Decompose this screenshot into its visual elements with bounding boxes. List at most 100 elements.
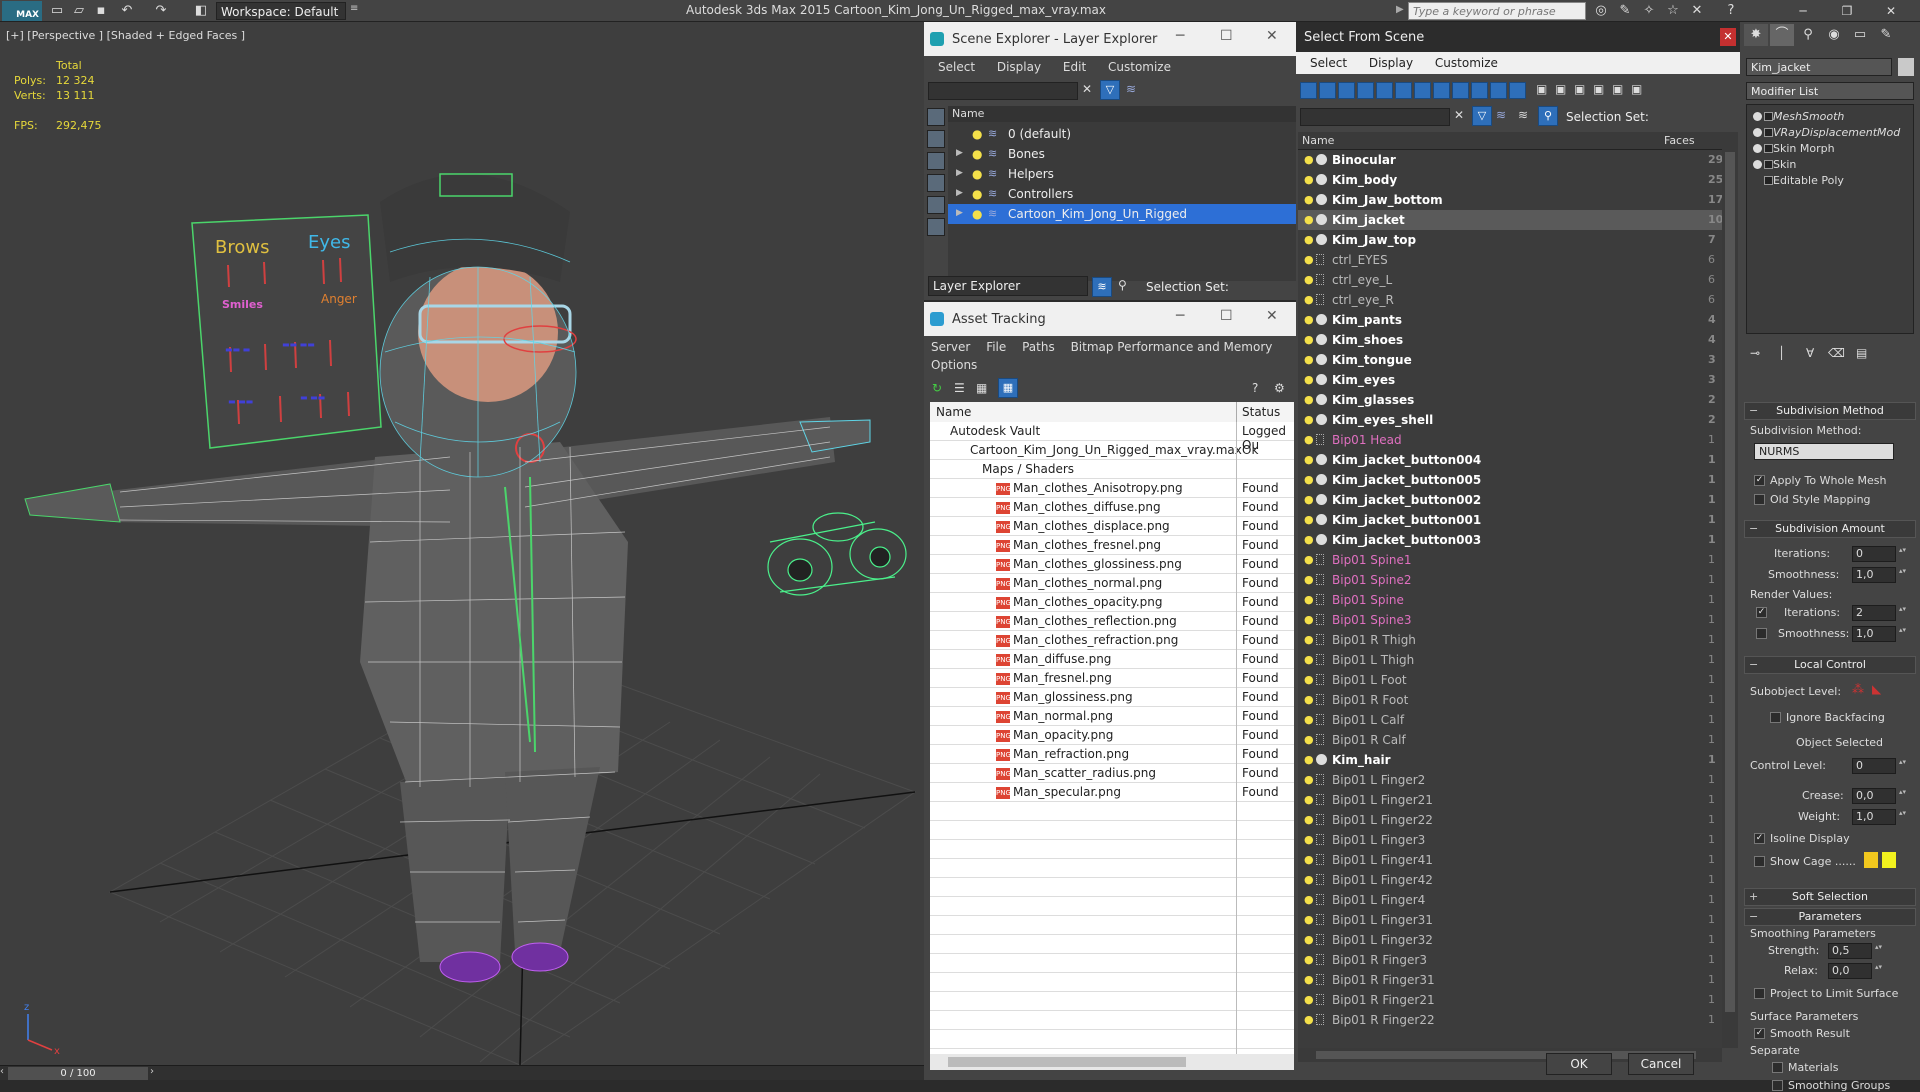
light-bulb-icon[interactable]: ●: [972, 127, 982, 141]
configure-sets-icon[interactable]: ▤: [1856, 346, 1867, 360]
asset-row[interactable]: PNG Man_clothes_fresnel.png Found: [930, 536, 1294, 555]
light-bulb-icon[interactable]: ●: [1304, 673, 1314, 686]
subdivision-amount-rollout[interactable]: − Subdivision Amount: [1744, 520, 1916, 538]
scene-object-row[interactable]: ● Bip01 L Thigh 1: [1298, 650, 1722, 670]
scene-object-row[interactable]: ● Bip01 Spine2 1: [1298, 570, 1722, 590]
modifier-expand-icon[interactable]: [1764, 176, 1773, 185]
edge-level-icon[interactable]: ◣: [1872, 682, 1881, 696]
invert-display-icon[interactable]: ▣: [1574, 82, 1585, 96]
ok-button[interactable]: OK: [1546, 1053, 1612, 1075]
asset-col-status[interactable]: Status: [1242, 405, 1280, 419]
light-bulb-icon[interactable]: ●: [1304, 173, 1314, 186]
restore-icon[interactable]: ❐: [1834, 2, 1860, 20]
asset-row[interactable]: PNG Man_scatter_radius.png Found: [930, 764, 1294, 783]
layer-filter-icon[interactable]: ≋: [1126, 82, 1136, 96]
expand-arrow-icon[interactable]: ▶: [956, 148, 963, 158]
light-bulb-icon[interactable]: ●: [1304, 553, 1314, 566]
object-list-scrollbar[interactable]: [1722, 132, 1738, 1048]
light-bulb-icon[interactable]: ●: [1304, 973, 1314, 986]
lights-filter-icon[interactable]: [1338, 82, 1355, 99]
scene-object-row[interactable]: ● Bip01 R Finger3 1: [1298, 950, 1722, 970]
undo-icon[interactable]: ↶: [118, 2, 136, 20]
scene-object-row[interactable]: ● Bip01 Head 1: [1298, 430, 1722, 450]
old-style-mapping-checkbox[interactable]: [1754, 494, 1765, 505]
scene-object-row[interactable]: ● Bip01 R Calf 1: [1298, 730, 1722, 750]
hierarchy-tab-icon[interactable]: ⚲: [1796, 24, 1820, 46]
light-bulb-icon[interactable]: ●: [1304, 793, 1314, 806]
minimize-icon[interactable]: ─: [1176, 308, 1184, 324]
exchange-icon[interactable]: ✕: [1688, 2, 1706, 20]
subscription-icon[interactable]: ✧: [1640, 2, 1658, 20]
menu-display[interactable]: Display: [997, 60, 1041, 74]
relax-spinner[interactable]: 0,0: [1828, 963, 1883, 979]
explorer-type-dropdown[interactable]: Layer Explorer: [928, 276, 1088, 296]
local-control-rollout[interactable]: − Local Control: [1744, 656, 1916, 674]
light-bulb-icon[interactable]: ●: [1304, 153, 1314, 166]
containers-filter-icon[interactable]: [1471, 82, 1488, 99]
light-bulb-icon[interactable]: ●: [1304, 773, 1314, 786]
layer-filter-icon[interactable]: ≋: [1496, 108, 1506, 122]
asset-row[interactable]: PNG Man_clothes_normal.png Found: [930, 574, 1294, 593]
refresh-icon[interactable]: ↻: [932, 381, 942, 395]
modifier-stack-item[interactable]: MeshSmooth: [1747, 109, 1913, 125]
scene-object-row[interactable]: ● Kim_body 25: [1298, 170, 1722, 190]
shapes-filter-icon[interactable]: [1319, 82, 1336, 99]
sfs-search-input[interactable]: [1300, 108, 1450, 126]
thumbnail-view-icon[interactable]: ▦: [976, 381, 987, 395]
vertex-level-icon[interactable]: ⁂: [1852, 682, 1864, 696]
redo-icon[interactable]: ↷: [152, 2, 170, 20]
isoline-display-checkbox[interactable]: ✓: [1754, 833, 1765, 844]
maximize-icon[interactable]: ☐: [1220, 28, 1233, 44]
filter-icon[interactable]: ▽: [1472, 106, 1492, 126]
asset-row[interactable]: PNG Man_fresnel.png Found: [930, 669, 1294, 688]
menu-select[interactable]: Select: [1310, 56, 1347, 70]
light-bulb-icon[interactable]: ●: [1304, 993, 1314, 1006]
subdivision-method-dropdown[interactable]: NURMS: [1754, 443, 1894, 460]
scene-object-row[interactable]: ● Bip01 R Finger21 1: [1298, 990, 1722, 1010]
light-bulb-icon[interactable]: ●: [1304, 693, 1314, 706]
light-bulb-icon[interactable]: ●: [1304, 813, 1314, 826]
display-tab-icon[interactable]: ▭: [1848, 24, 1872, 46]
asset-col-name[interactable]: Name: [936, 405, 971, 419]
light-bulb-icon[interactable]: ●: [1304, 873, 1314, 886]
modifier-expand-icon[interactable]: [1764, 128, 1773, 137]
scene-object-row[interactable]: ● Kim_jacket_button002 1: [1298, 490, 1722, 510]
scene-search-input[interactable]: [928, 82, 1078, 100]
menu-display[interactable]: Display: [1369, 56, 1413, 70]
light-bulb-icon[interactable]: ●: [1304, 273, 1314, 286]
scene-object-row[interactable]: ● Kim_jacket_button003 1: [1298, 530, 1722, 550]
hidden-filter-icon[interactable]: [1509, 82, 1526, 99]
binoculars-icon[interactable]: ◎: [1592, 2, 1610, 20]
spacewarps-filter-icon[interactable]: [1395, 82, 1412, 99]
light-bulb-icon[interactable]: ●: [1304, 253, 1314, 266]
menu-server[interactable]: Server: [931, 340, 970, 354]
apply-whole-mesh-checkbox[interactable]: ✓: [1754, 475, 1765, 486]
asset-row[interactable]: PNG Man_diffuse.png Found: [930, 650, 1294, 669]
parameters-rollout[interactable]: − Parameters: [1744, 908, 1916, 926]
options-icon[interactable]: ▣: [1631, 82, 1642, 96]
save-icon[interactable]: ▪: [92, 2, 110, 20]
minimize-icon[interactable]: ─: [1176, 28, 1184, 44]
clear-search-icon[interactable]: ✕: [1082, 82, 1092, 96]
light-bulb-icon[interactable]: ●: [972, 167, 982, 181]
scene-object-row[interactable]: ● Kim_tongue 3: [1298, 350, 1722, 370]
light-bulb-icon[interactable]: ●: [1304, 713, 1314, 726]
cancel-button[interactable]: Cancel: [1628, 1053, 1694, 1075]
modifier-expand-icon[interactable]: [1764, 112, 1773, 121]
scene-object-row[interactable]: ● Kim_jacket_button001 1: [1298, 510, 1722, 530]
scene-object-row[interactable]: ● Bip01 L Finger4 1: [1298, 890, 1722, 910]
render-iterations-spinner[interactable]: 2: [1852, 605, 1907, 621]
project-limit-checkbox[interactable]: [1754, 988, 1765, 999]
subdivision-method-rollout[interactable]: − Subdivision Method: [1744, 402, 1916, 420]
maximize-icon[interactable]: ☐: [1220, 308, 1233, 324]
light-bulb-icon[interactable]: ●: [1304, 653, 1314, 666]
layer-mode-icon[interactable]: ≋: [1518, 108, 1528, 122]
menu-customize[interactable]: Customize: [1435, 56, 1498, 70]
light-bulb-icon[interactable]: ●: [1304, 613, 1314, 626]
show-cage-checkbox[interactable]: [1754, 856, 1765, 867]
scene-object-row[interactable]: ● Kim_jacket_button005 1: [1298, 470, 1722, 490]
xrefs-filter-icon[interactable]: [1433, 82, 1450, 99]
smooth-result-checkbox[interactable]: ✓: [1754, 1028, 1765, 1039]
display-spacewarps-icon[interactable]: [927, 196, 945, 214]
minimize-icon[interactable]: ─: [1790, 2, 1816, 20]
